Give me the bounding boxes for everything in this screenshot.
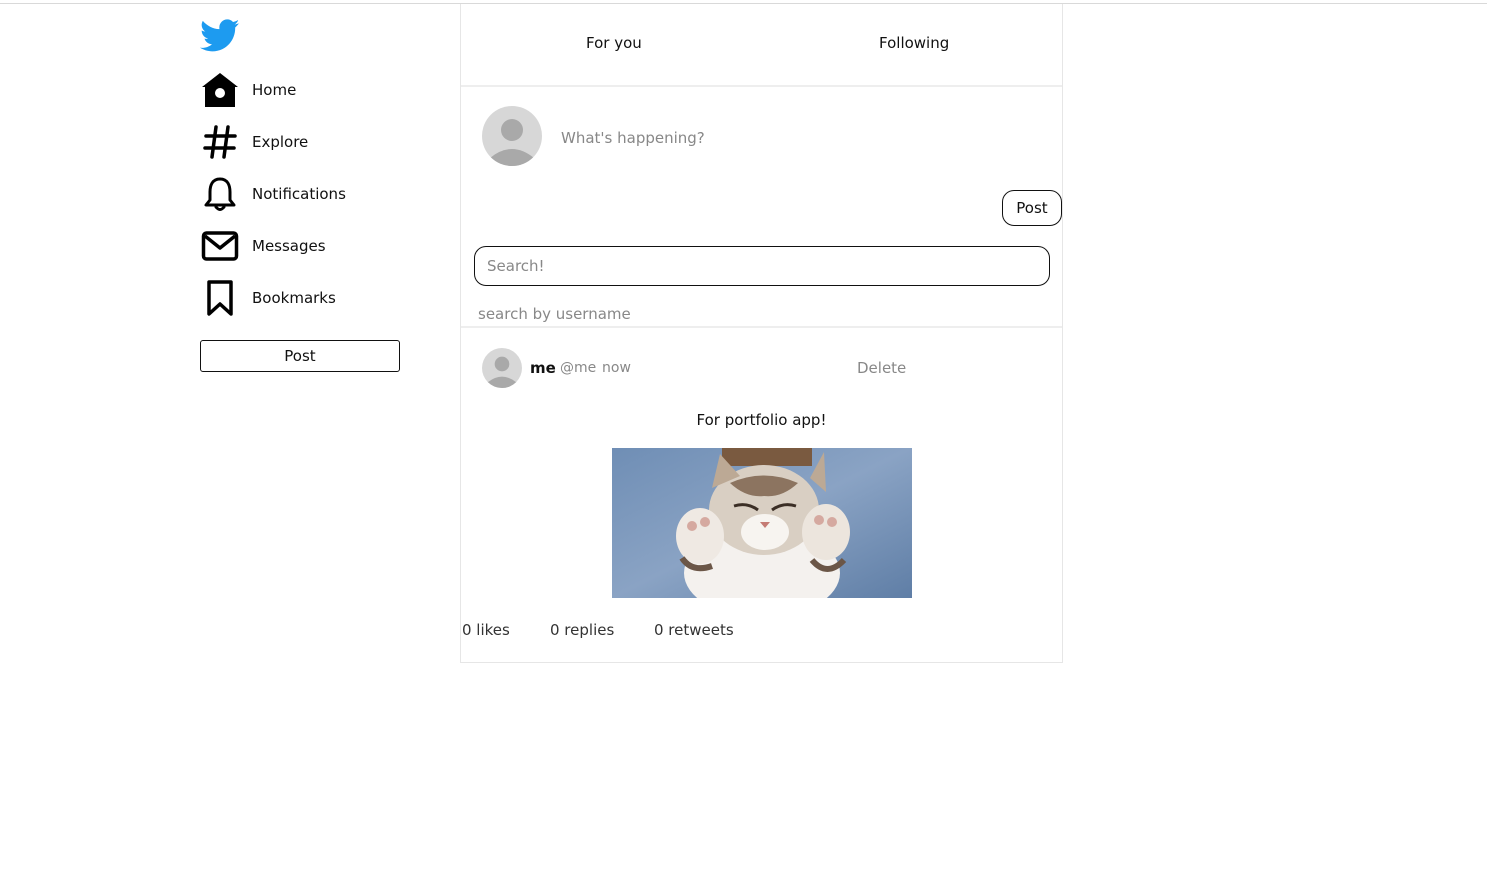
retweets-count[interactable]: 0 retweets [654,621,734,639]
sidebar-item-label: Explore [252,133,309,151]
compose-input[interactable] [557,124,1005,152]
replies-count[interactable]: 0 replies [550,621,614,639]
tab-following[interactable]: Following [879,34,949,52]
avatar [482,106,542,166]
home-icon [200,70,240,110]
sidebar-item-label: Home [252,81,297,99]
post-author-handle: @me [560,360,597,376]
sidebar-item-notifications[interactable]: Notifications [200,174,400,214]
search-hint: search by username [478,305,631,323]
search-input[interactable] [474,246,1050,286]
sidebar-item-label: Notifications [252,185,346,203]
post-avatar[interactable] [482,348,522,388]
twitter-bird-icon[interactable] [200,18,240,54]
likes-count[interactable]: 0 likes [462,621,510,639]
delete-button[interactable]: Delete [857,359,906,377]
user-placeholder-icon [490,119,534,166]
kitten-photo [612,448,912,598]
envelope-icon [200,226,240,266]
main-column: For you Following Post search by usernam… [460,4,1063,663]
tab-for-you[interactable]: For you [586,34,642,52]
sidebar-item-label: Bookmarks [252,289,336,307]
hashtag-icon [200,122,240,162]
sidebar-item-messages[interactable]: Messages [200,226,400,266]
post-text: For portfolio app! [696,411,827,429]
feed-tabs: For you Following [461,4,1062,87]
user-placeholder-icon [487,356,517,388]
divider [461,326,1062,328]
sidebar-item-home[interactable]: Home [200,70,400,110]
sidebar-item-label: Messages [252,237,326,255]
post-timestamp: now [602,360,631,376]
post-author-name[interactable]: me [530,359,556,377]
bookmark-icon [200,278,240,318]
sidebar-post-button[interactable]: Post [200,340,400,372]
post-image[interactable] [612,448,912,598]
bell-icon [200,174,240,214]
sidebar-item-bookmarks[interactable]: Bookmarks [200,278,400,318]
compose-post-button[interactable]: Post [1002,190,1062,226]
sidebar-item-explore[interactable]: Explore [200,122,400,162]
